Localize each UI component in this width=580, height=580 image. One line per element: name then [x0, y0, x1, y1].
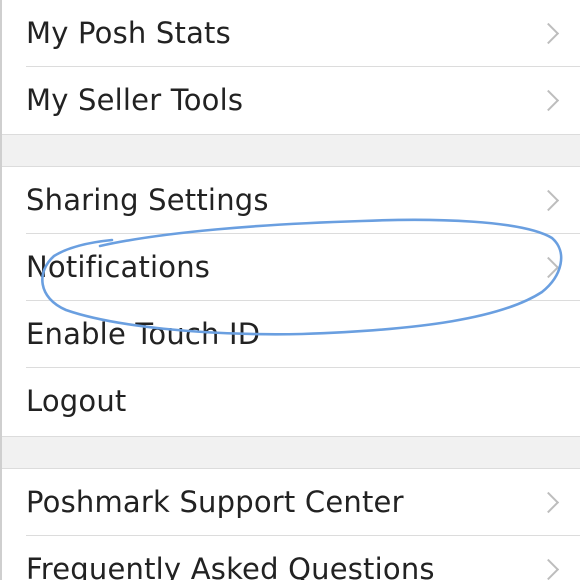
chevron-right-icon — [537, 22, 560, 44]
settings-menu-screen: My Posh Stats My Seller Tools Sharing Se… — [0, 0, 580, 580]
menu-item-poshmark-support-center[interactable]: Poshmark Support Center — [2, 469, 580, 536]
chevron-right-icon — [537, 256, 560, 278]
chevron-right-icon — [537, 558, 560, 580]
menu-item-my-posh-stats[interactable]: My Posh Stats — [2, 0, 580, 67]
menu-item-sharing-settings[interactable]: Sharing Settings — [2, 167, 580, 234]
menu-item-label: My Seller Tools — [26, 83, 244, 117]
menu-item-notifications[interactable]: Notifications — [2, 234, 580, 301]
menu-item-label: Enable Touch ID — [26, 317, 261, 351]
menu-item-label: Poshmark Support Center — [26, 485, 404, 519]
menu-item-label: Logout — [26, 384, 127, 418]
menu-item-logout[interactable]: Logout — [2, 368, 580, 435]
menu-item-label: Frequently Asked Questions — [26, 552, 435, 580]
menu-item-my-seller-tools[interactable]: My Seller Tools — [2, 67, 580, 134]
section-separator — [2, 436, 580, 469]
chevron-right-icon — [537, 89, 560, 111]
menu-item-label: My Posh Stats — [26, 16, 231, 50]
menu-item-frequently-asked-questions[interactable]: Frequently Asked Questions — [2, 536, 580, 580]
menu-item-label: Notifications — [26, 250, 211, 284]
menu-item-enable-touch-id[interactable]: Enable Touch ID — [2, 301, 580, 368]
menu-item-label: Sharing Settings — [26, 183, 269, 217]
section-separator — [2, 134, 580, 167]
chevron-right-icon — [537, 491, 560, 513]
chevron-right-icon — [537, 189, 560, 211]
